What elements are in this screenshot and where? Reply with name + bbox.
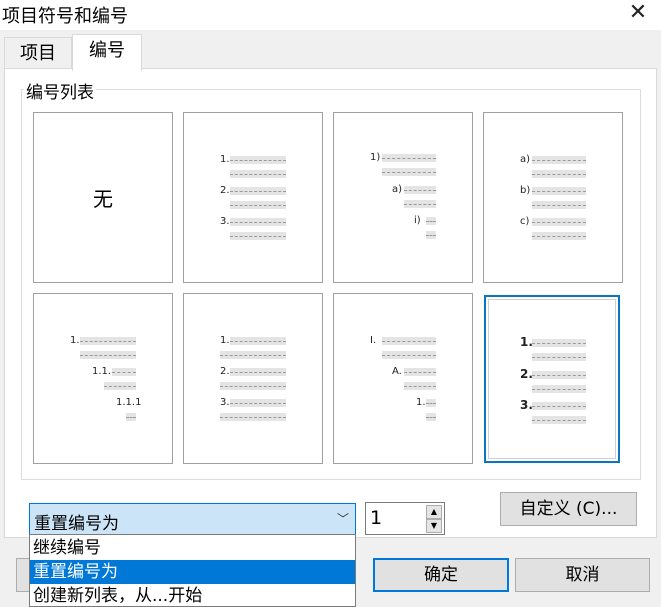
preview-line xyxy=(426,399,436,407)
customize-button[interactable]: 自定义 (C)... xyxy=(500,492,637,526)
marker: 1) xyxy=(370,152,381,163)
marker: A. xyxy=(392,366,402,377)
marker: 1. xyxy=(220,154,230,165)
preview-line xyxy=(532,201,586,209)
preview-line xyxy=(532,339,586,347)
preview-line xyxy=(532,187,586,195)
style-nested-paren[interactable]: 1) a) i) xyxy=(333,112,473,283)
preview-line xyxy=(382,351,436,359)
preview-line xyxy=(532,402,586,410)
spin-up-icon[interactable]: ▲ xyxy=(426,505,442,519)
style-alpha-paren[interactable]: a) b) c) xyxy=(483,112,623,283)
selection-frame xyxy=(488,299,616,459)
dropdown-option-restart[interactable]: 重置编号为 xyxy=(30,560,355,584)
ok-button[interactable]: 确定 xyxy=(373,558,509,592)
preview-line xyxy=(220,351,286,359)
cancel-button[interactable]: 取消 xyxy=(515,558,650,592)
preview-line xyxy=(80,337,136,345)
preview-line xyxy=(532,170,586,178)
preview-line xyxy=(426,217,436,225)
preview-line xyxy=(532,156,586,164)
preview-line xyxy=(220,382,286,390)
title-bar: 项目符号和编号 ✕ xyxy=(0,0,661,30)
marker: 1. xyxy=(220,335,230,346)
style-numeric-period-long[interactable]: 1. 2. 3. xyxy=(183,293,323,464)
tab-bullets[interactable]: 项目 xyxy=(4,37,72,71)
preview-line xyxy=(126,413,136,421)
preview-line xyxy=(426,413,436,421)
preview-line xyxy=(80,351,136,359)
window-title: 项目符号和编号 xyxy=(2,6,128,27)
preview-line xyxy=(532,371,586,379)
dropdown-option-continue[interactable]: 继续编号 xyxy=(30,536,355,560)
preview-line xyxy=(532,232,586,240)
preview-line xyxy=(426,231,436,239)
marker: 1.1.1 xyxy=(116,397,142,408)
style-roman-outline[interactable]: I. A. 1. xyxy=(333,293,473,464)
preview-line xyxy=(532,353,586,361)
preview-line xyxy=(382,154,436,162)
preview-line xyxy=(404,186,436,194)
preview-line xyxy=(230,218,286,226)
preview-line xyxy=(382,168,436,176)
marker: 1.1. xyxy=(92,366,112,377)
start-value[interactable]: 1 xyxy=(370,507,382,529)
preview-line xyxy=(220,413,286,421)
marker: c) xyxy=(520,216,530,227)
chevron-down-icon[interactable]: ﹀ xyxy=(337,510,349,527)
group-label: 编号列表 xyxy=(24,78,96,103)
preview-line xyxy=(230,156,286,164)
preview-line xyxy=(532,218,586,226)
close-icon[interactable]: ✕ xyxy=(625,0,651,26)
restart-dropdown-list[interactable]: 继续编号 重置编号为 创建新列表，从...开始 xyxy=(29,534,356,607)
style-legal-outline[interactable]: 1. 1.1. 1.1.1 xyxy=(33,293,173,464)
tab-numbering[interactable]: 编号 xyxy=(72,34,142,71)
spin-down-icon[interactable]: ▼ xyxy=(426,519,442,533)
preview-line xyxy=(230,201,286,209)
marker: 3. xyxy=(220,397,230,408)
style-bold-numeric[interactable]: 1. 2. 3. xyxy=(484,295,620,463)
restart-numbering-combo[interactable]: 重置编号为 ﹀ xyxy=(29,503,356,535)
marker: a) xyxy=(520,154,531,165)
preview-line xyxy=(404,200,436,208)
preview-line xyxy=(230,368,286,376)
marker: b) xyxy=(520,185,531,196)
preview-line xyxy=(532,416,586,424)
preview-line xyxy=(112,368,136,376)
start-at-spinner[interactable]: 1 ▲ ▼ xyxy=(365,502,445,535)
preview-line xyxy=(404,368,436,376)
style-none[interactable]: 无 xyxy=(33,112,173,283)
preview-line xyxy=(230,232,286,240)
marker: 3. xyxy=(220,216,230,227)
marker: 1. xyxy=(520,335,533,349)
marker: 1. xyxy=(70,335,80,346)
marker: 2. xyxy=(220,185,230,196)
preview-line xyxy=(230,187,286,195)
combo-selected-text: 重置编号为 xyxy=(34,514,119,534)
marker: 2. xyxy=(220,366,230,377)
marker: 2. xyxy=(520,367,533,381)
marker: a) xyxy=(392,184,403,195)
preview-line xyxy=(382,337,436,345)
marker: i) xyxy=(414,215,421,226)
preview-line xyxy=(532,385,586,393)
none-label: 无 xyxy=(93,187,113,211)
preview-line xyxy=(230,399,286,407)
dropdown-option-new-list[interactable]: 创建新列表，从...开始 xyxy=(30,584,355,607)
style-numeric-period[interactable]: 1. 2. 3. xyxy=(183,112,323,283)
preview-line xyxy=(230,170,286,178)
marker: 3. xyxy=(520,398,533,412)
preview-line xyxy=(104,382,136,390)
marker: 1. xyxy=(416,397,426,408)
marker: I. xyxy=(370,335,377,346)
preview-line xyxy=(230,337,286,345)
preview-line xyxy=(404,382,436,390)
